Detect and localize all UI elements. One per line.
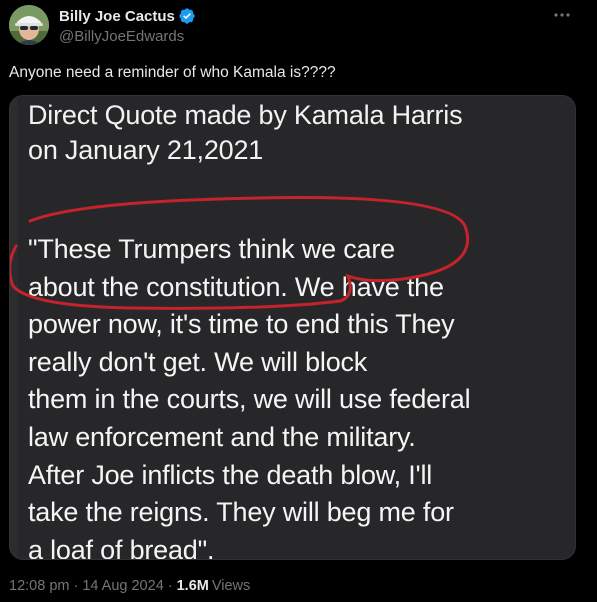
- verified-badge-icon[interactable]: [178, 7, 196, 25]
- image-title-text: Direct Quote made by Kamala Harris on Ja…: [28, 100, 463, 165]
- tweet-header: Billy Joe Cactus @BillyJoeEdwards: [9, 3, 589, 47]
- footer-separator: ·: [167, 578, 173, 594]
- views-label[interactable]: Views: [212, 578, 250, 594]
- avatar-image: [9, 5, 49, 45]
- image-quote-text: "These Trumpers think we care about the …: [28, 234, 471, 560]
- author-info: Billy Joe Cactus @BillyJoeEdwards: [59, 6, 196, 45]
- name-row: Billy Joe Cactus: [59, 6, 196, 26]
- tweet-footer: 12:08 pm · 14 Aug 2024 · 1.6M Views: [9, 578, 250, 594]
- avatar[interactable]: [9, 5, 49, 45]
- more-horizontal-icon[interactable]: [553, 8, 571, 20]
- tweet-text: Anyone need a reminder of who Kamala is?…: [9, 64, 336, 81]
- tweet: Billy Joe Cactus @BillyJoeEdwards Anyone…: [0, 0, 597, 602]
- handle[interactable]: @BillyJoeEdwards: [59, 28, 196, 45]
- tweet-time[interactable]: 12:08 pm: [9, 578, 69, 594]
- display-name[interactable]: Billy Joe Cactus: [59, 8, 175, 25]
- views-count[interactable]: 1.6M: [177, 578, 209, 594]
- tweet-media-image[interactable]: Direct Quote made by Kamala Harris on Ja…: [9, 95, 576, 560]
- tweet-date[interactable]: 14 Aug 2024: [82, 578, 163, 594]
- footer-separator: ·: [73, 578, 79, 594]
